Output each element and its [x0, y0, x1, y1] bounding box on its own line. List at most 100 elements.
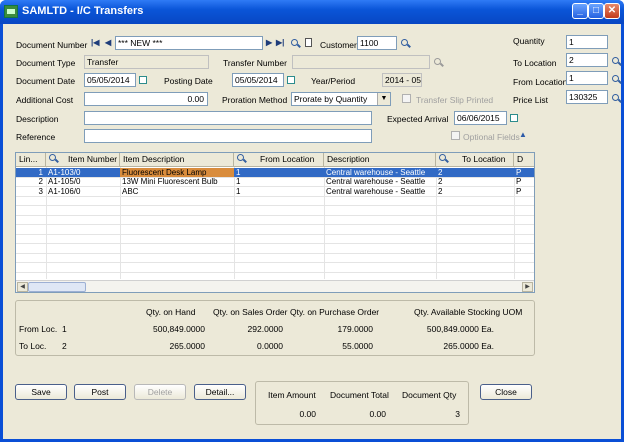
column-header-item-description[interactable]: Item Description — [120, 153, 234, 167]
close-button[interactable]: Close — [480, 384, 532, 400]
column-header-description[interactable]: Description — [324, 153, 436, 167]
grid-row-line — [16, 271, 534, 273]
app-window: SAMLTD - I/C Transfers _ □ ✕ Document Nu… — [0, 0, 624, 442]
column-header-from-location[interactable]: From Location — [234, 153, 324, 167]
qty-available-header: Qty. Available Stocking UOM — [414, 307, 523, 317]
scroll-left-icon[interactable]: ◀ — [17, 282, 28, 292]
document-date-calendar-icon[interactable] — [139, 76, 147, 84]
document-type-label: Document Type — [16, 58, 76, 68]
new-document-icon[interactable] — [305, 38, 312, 47]
first-record-icon[interactable]: |◀ — [91, 38, 99, 47]
price-list-search-icon[interactable] — [612, 94, 621, 103]
horizontal-scrollbar[interactable]: ◀ ▶ — [16, 280, 534, 292]
price-list-field[interactable]: 130325 — [566, 90, 608, 104]
year-period-field: 2014 - 05 — [382, 73, 422, 87]
qty-on-hand-header: Qty. on Hand — [146, 307, 196, 317]
additional-cost-label: Additional Cost — [16, 95, 74, 105]
totals-panel: Item Amount Document Total Document Qty … — [255, 381, 469, 425]
document-total-value: 0.00 — [369, 409, 386, 419]
cell-d: P — [516, 177, 522, 186]
customer-search-icon[interactable] — [401, 39, 410, 48]
price-list-label: Price List — [513, 95, 548, 105]
transfer-lines-grid[interactable]: Lin... Item Number Item Description From… — [15, 152, 535, 293]
from-location-column-search-icon[interactable] — [237, 154, 246, 163]
from-qty-on-sales-order: 292.0000 — [247, 324, 283, 334]
table-row[interactable]: 3 A1-106/0 ABC 1 Central warehouse - Seattle… — [16, 187, 534, 197]
proration-method-label: Proration Method — [222, 95, 288, 105]
document-qty-label: Document Qty — [402, 390, 457, 400]
last-record-icon[interactable]: ▶| — [276, 38, 284, 47]
year-period-label: Year/Period — [311, 76, 356, 86]
document-number-field[interactable]: *** NEW *** — [115, 36, 263, 50]
cell-item-description: 13W Mini Fluorescent Bulb — [122, 177, 218, 186]
cell-from-location: 1 — [236, 167, 241, 177]
quantity-field[interactable]: 1 — [566, 35, 608, 49]
document-number-label: Document Number — [16, 40, 88, 50]
column-header-item-number[interactable]: Item Number — [46, 153, 120, 167]
optional-fields-checkbox — [451, 131, 460, 140]
to-location-column-search-icon[interactable] — [439, 154, 448, 163]
close-window-button[interactable]: ✕ — [604, 3, 620, 19]
description-field[interactable] — [84, 111, 372, 125]
grid-row-line — [16, 262, 534, 263]
column-header-line[interactable]: Lin... — [16, 153, 46, 167]
transfer-number-field — [292, 55, 430, 69]
to-qty-on-hand: 265.0000 — [169, 341, 205, 351]
table-row[interactable]: 1 A1-103/0 Fluorescent Desk Lamp 1 Central w… — [16, 167, 534, 177]
expected-arrival-label: Expected Arrival — [387, 114, 449, 124]
previous-record-icon[interactable]: ◀ — [105, 38, 111, 47]
detail-button[interactable]: Detail... — [194, 384, 246, 400]
next-record-icon[interactable]: ▶ — [266, 38, 272, 47]
post-button[interactable]: Post — [74, 384, 126, 400]
from-location-search-icon[interactable] — [612, 75, 621, 84]
document-date-label: Document Date — [16, 76, 76, 86]
to-location-header-label: To Location — [462, 154, 506, 164]
posting-date-label: Posting Date — [164, 76, 213, 86]
quantity-label: Quantity — [513, 36, 545, 46]
delete-button: Delete — [134, 384, 186, 400]
reference-field[interactable] — [84, 129, 372, 143]
proration-method-select[interactable]: Prorate by Quantity ▼ — [291, 92, 391, 106]
document-search-icon[interactable] — [291, 39, 300, 48]
cell-item-number: A1-103/0 — [48, 167, 81, 177]
column-header-to-location[interactable]: To Location — [436, 153, 514, 167]
from-loc-label: From Loc. — [19, 324, 58, 334]
scroll-right-icon[interactable]: ▶ — [522, 282, 533, 292]
posting-date-calendar-icon[interactable] — [287, 76, 295, 84]
minimize-button[interactable]: _ — [572, 3, 588, 19]
customer-field[interactable]: 1100 — [357, 36, 397, 50]
cell-item-description: Fluorescent Desk Lamp — [120, 167, 234, 177]
cell-from-location: 1 — [236, 177, 241, 186]
grid-row-line — [16, 252, 534, 254]
qty-on-purchase-order-header: Qty. on Purchase Order — [290, 307, 380, 317]
from-location-header-label: From Location — [260, 154, 315, 164]
window-title: SAMLTD - I/C Transfers — [22, 5, 144, 17]
cell-to-location: 2 — [438, 186, 443, 196]
posting-date-field[interactable]: 05/05/2014 — [232, 73, 284, 87]
cell-description: Central warehouse - Seattle — [326, 167, 426, 177]
maximize-button[interactable]: □ — [588, 3, 604, 19]
to-qty-on-purchase-order: 55.0000 — [342, 341, 373, 351]
document-date-field[interactable]: 05/05/2014 — [84, 73, 136, 87]
expected-arrival-field[interactable]: 06/06/2015 — [454, 111, 507, 125]
optional-fields-expand-icon[interactable]: ▲ — [519, 130, 527, 139]
transfer-number-search-icon — [434, 58, 443, 67]
document-type-field: Transfer — [84, 55, 209, 69]
additional-cost-field[interactable]: 0.00 — [84, 92, 208, 106]
item-number-search-icon[interactable] — [49, 154, 58, 163]
table-row[interactable]: 2 A1-105/0 13W Mini Fluorescent Bulb 1 Centr… — [16, 177, 534, 187]
cell-to-location: 2 — [438, 177, 443, 186]
to-location-search-icon[interactable] — [612, 57, 621, 66]
document-qty-value: 3 — [455, 409, 460, 419]
cell-item-number: A1-106/0 — [48, 186, 81, 196]
save-button[interactable]: Save — [15, 384, 67, 400]
chevron-down-icon[interactable]: ▼ — [377, 93, 390, 105]
column-header-d[interactable]: D — [514, 153, 534, 167]
cell-item-description: ABC — [122, 186, 139, 196]
from-location-field[interactable]: 1 — [566, 71, 608, 85]
expected-arrival-calendar-icon[interactable] — [510, 114, 518, 122]
item-amount-value: 0.00 — [299, 409, 316, 419]
title-bar[interactable]: SAMLTD - I/C Transfers _ □ ✕ — [0, 0, 624, 24]
scroll-thumb[interactable] — [28, 282, 86, 292]
to-location-field[interactable]: 2 — [566, 53, 608, 67]
